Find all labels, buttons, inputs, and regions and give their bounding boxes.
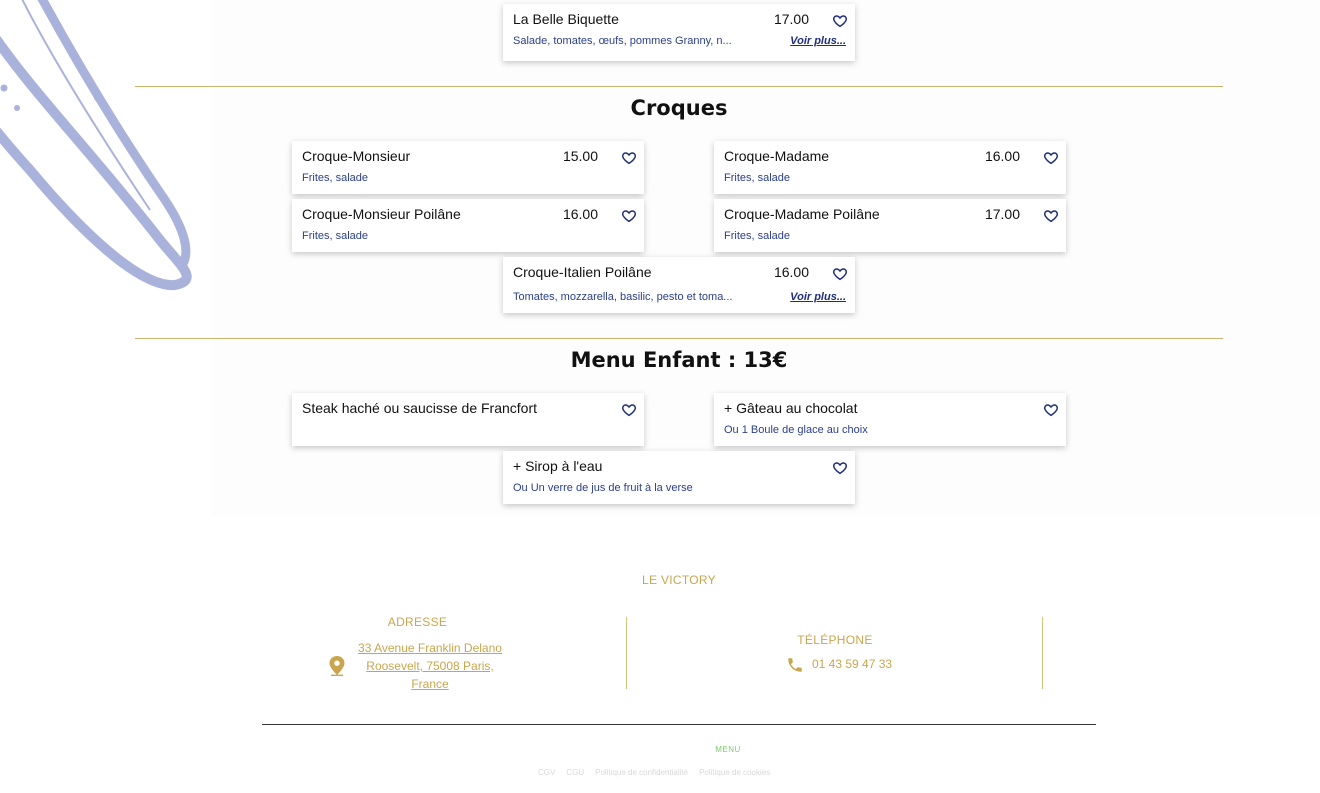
- address-line: Roosevelt, 75008 Paris,: [366, 659, 494, 673]
- menu-item-card[interactable]: Croque-Monsieur Poilâne 16.00 Frites, sa…: [292, 199, 644, 252]
- legal-link-privacy[interactable]: Politique de confidentialité: [595, 768, 688, 777]
- item-price: 17.00: [984, 206, 1020, 222]
- address-link[interactable]: 33 Avenue Franklin Delano Roosevelt, 750…: [350, 639, 510, 693]
- menu-item-card[interactable]: Croque-Madame 16.00 Frites, salade: [714, 141, 1066, 194]
- item-name: + Gâteau au chocolat: [724, 400, 858, 416]
- legal-links: CGV CGU Politique de confidentialité Pol…: [538, 768, 770, 777]
- footer-menu-link[interactable]: MENU: [0, 745, 1320, 754]
- heart-outline-icon[interactable]: [832, 266, 848, 282]
- menu-item-card[interactable]: Croque-Italien Poilâne 16.00 Tomates, mo…: [503, 257, 855, 313]
- phone-icon: [788, 658, 802, 672]
- see-more-link[interactable]: Voir plus...: [790, 35, 846, 47]
- heart-outline-icon[interactable]: [621, 208, 637, 224]
- menu-item-card[interactable]: + Gâteau au chocolat Ou 1 Boule de glace…: [714, 393, 1066, 446]
- phone-number-link[interactable]: 01 43 59 47 33: [812, 657, 892, 671]
- footer-divider: [1042, 617, 1043, 689]
- heart-outline-icon[interactable]: [621, 402, 637, 418]
- item-price: 17.00: [773, 11, 809, 27]
- item-description: Ou Un verre de jus de fruit à la verse: [513, 482, 693, 494]
- legal-link-cookies[interactable]: Politique de cookies: [699, 768, 770, 777]
- address-line: France: [411, 677, 449, 691]
- item-name: Croque-Madame Poilâne: [724, 206, 880, 222]
- item-price: 16.00: [562, 206, 598, 222]
- address-title: ADRESSE: [387, 615, 448, 629]
- item-description: Salade, tomates, œufs, pommes Granny, n.…: [513, 35, 732, 47]
- item-name: Croque-Madame: [724, 148, 830, 164]
- cucumber-illustration: [0, 0, 192, 291]
- item-description: Frites, salade: [302, 172, 369, 184]
- menu-item-card[interactable]: Croque-Madame Poilâne 17.00 Frites, sala…: [714, 199, 1066, 252]
- legal-link-cgv[interactable]: CGV: [538, 768, 555, 777]
- heart-outline-icon[interactable]: [832, 460, 848, 476]
- item-name: La Belle Biquette: [513, 11, 619, 27]
- item-description: Frites, salade: [724, 172, 791, 184]
- heart-outline-icon[interactable]: [621, 150, 637, 166]
- heart-outline-icon[interactable]: [832, 13, 848, 29]
- footer-brand: LE VICTORY: [642, 573, 716, 587]
- heart-outline-icon[interactable]: [1043, 402, 1059, 418]
- item-name: Croque-Monsieur: [302, 148, 411, 164]
- section-divider: [135, 338, 1223, 339]
- item-description: Frites, salade: [724, 230, 791, 242]
- item-name: + Sirop à l'eau: [513, 458, 603, 474]
- menu-item-card[interactable]: + Sirop à l'eau Ou Un verre de jus de fr…: [503, 451, 855, 504]
- phone-title: TÉLÉPHONE: [797, 633, 873, 647]
- menu-item-card[interactable]: Steak haché ou saucisse de Francfort: [292, 393, 644, 446]
- section-divider: [135, 86, 1223, 87]
- item-description: Ou 1 Boule de glace au choix: [724, 424, 868, 436]
- menu-item-card[interactable]: Croque-Monsieur 15.00 Frites, salade: [292, 141, 644, 194]
- heart-outline-icon[interactable]: [1043, 208, 1059, 224]
- heart-outline-icon[interactable]: [1043, 150, 1059, 166]
- item-price: 16.00: [984, 148, 1020, 164]
- item-name: Steak haché ou saucisse de Francfort: [302, 400, 538, 416]
- address-line: 33 Avenue Franklin Delano: [358, 641, 502, 655]
- section-title-croques: Croques: [630, 96, 728, 120]
- item-name: Croque-Italien Poilâne: [513, 264, 652, 280]
- item-name: Croque-Monsieur Poilâne: [302, 206, 461, 222]
- item-price: 15.00: [562, 148, 598, 164]
- menu-item-card[interactable]: La Belle Biquette 17.00 Salade, tomates,…: [503, 4, 855, 61]
- legal-link-cgu[interactable]: CGU: [566, 768, 584, 777]
- section-title-menu-enfant: Menu Enfant : 13€: [570, 348, 788, 372]
- footer-divider: [626, 617, 627, 689]
- item-description: Frites, salade: [302, 230, 369, 242]
- map-pin-icon: [329, 656, 345, 676]
- footer-rule: [262, 724, 1096, 725]
- see-more-link[interactable]: Voir plus...: [790, 291, 846, 303]
- item-price: 16.00: [773, 264, 809, 280]
- item-description: Tomates, mozzarella, basilic, pesto et t…: [513, 291, 733, 303]
